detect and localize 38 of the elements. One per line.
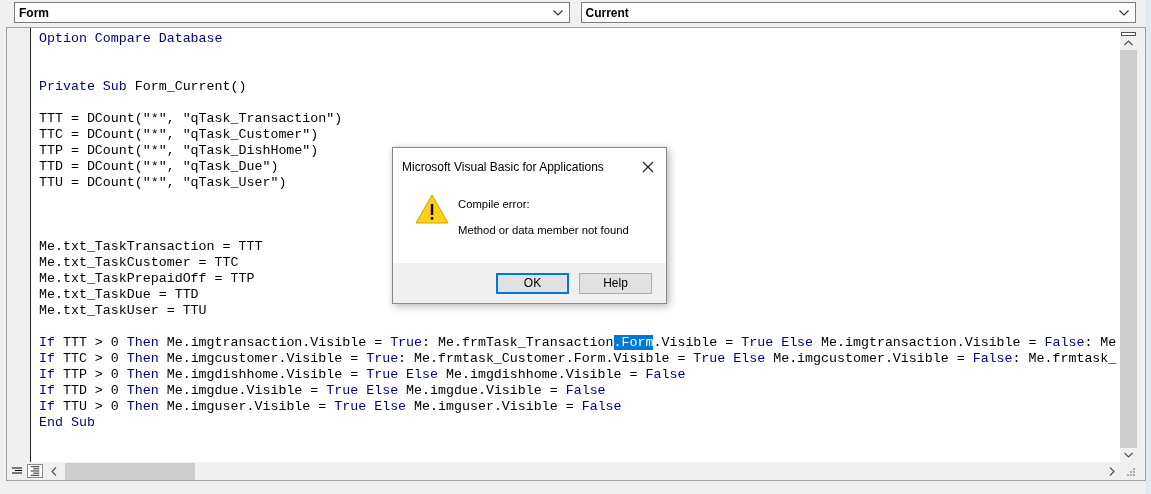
code-line: Me.txt_TaskDue = TTD	[39, 287, 199, 303]
chevron-up-icon[interactable]	[1124, 40, 1133, 46]
scrollbar-thumb[interactable]	[65, 462, 195, 480]
code-line: If TTT > 0 Then Me.imgtransaction.Visible = True: Me.frmTask_Transaction.Form.Visible = True Else Me.imgtransaction.Visible = False: Me	[39, 335, 1117, 351]
chevron-left-icon[interactable]	[51, 466, 57, 476]
procedure-dropdown[interactable]: Current	[580, 2, 1136, 23]
warning-icon	[415, 194, 449, 224]
code-line: TTC = DCount("*", "qTask_Customer")	[39, 127, 319, 143]
code-line: TTU = DCount("*", "qTask_User")	[39, 175, 287, 191]
code-line: If TTC > 0 Then Me.imgcustomer.Visible = True: Me.frmtask_Customer.Form.Visible = True Else Me.imgcustomer.Visible = False: Me.frmtask_	[39, 351, 1117, 367]
code-line: If TTD > 0 Then Me.imgdue.Visible = True Else Me.imgdue.Visible = False	[39, 383, 606, 399]
code-line: Private Sub Form_Current()	[39, 79, 247, 95]
ok-button[interactable]: OK	[496, 272, 569, 294]
code-line: TTT = DCount("*", "qTask_Transaction")	[39, 111, 343, 127]
code-line: If TTP > 0 Then Me.imgdishhome.Visible = True Else Me.imgdishhome.Visible = False	[39, 367, 686, 383]
code-line: If TTU > 0 Then Me.imguser.Visible = True Else Me.imguser.Visible = False	[39, 399, 622, 415]
code-line: Me.txt_TaskCustomer = TTC	[39, 255, 239, 271]
vertical-scrollbar[interactable]	[1120, 28, 1145, 462]
code-line: Option Compare Database	[39, 31, 223, 47]
chevron-down-icon	[552, 9, 563, 16]
code-line: Me.txt_TaskUser = TTU	[39, 303, 207, 319]
code-line: Me.txt_TaskPrepaidOff = TTP	[39, 271, 255, 287]
error-message: Method or data member not found	[458, 224, 629, 236]
code-line: TTP = DCount("*", "qTask_DishHome")	[39, 143, 319, 159]
resize-grip-icon[interactable]	[1125, 466, 1135, 476]
chevron-down-icon	[1119, 9, 1129, 16]
dialog-title: Microsoft Visual Basic for Applications	[402, 160, 604, 174]
scrollbar-thumb[interactable]	[1120, 50, 1137, 448]
chevron-down-icon[interactable]	[1124, 452, 1133, 458]
chevron-right-icon[interactable]	[1109, 466, 1115, 476]
object-dropdown[interactable]: Form	[14, 2, 570, 23]
close-icon[interactable]	[642, 161, 654, 173]
module-view-icon[interactable]	[27, 464, 43, 478]
help-button[interactable]: Help	[579, 272, 652, 294]
code-line: End Sub	[39, 415, 95, 431]
code-line: TTD = DCount("*", "qTask_Due")	[39, 159, 279, 175]
code-line: Me.txt_TaskTransaction = TTT	[39, 239, 263, 255]
error-heading: Compile error:	[458, 198, 531, 210]
